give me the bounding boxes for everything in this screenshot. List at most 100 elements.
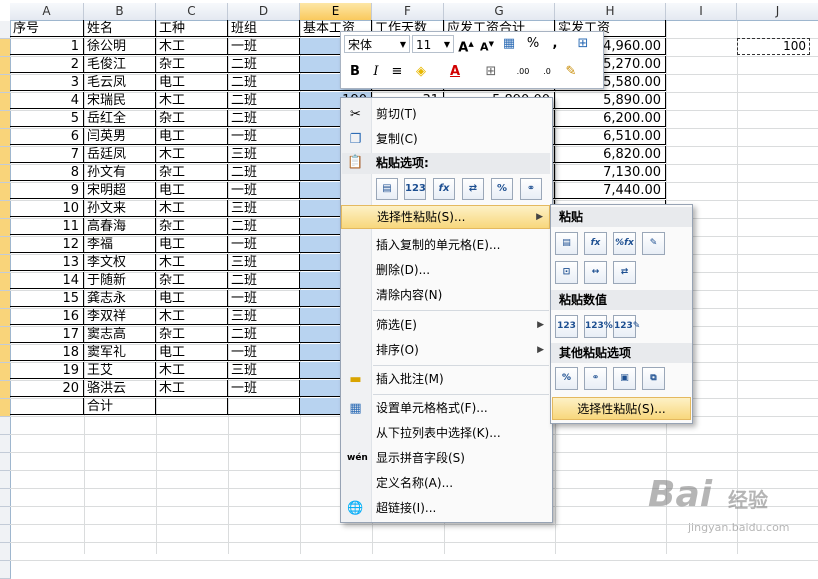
- column-header-i[interactable]: I: [666, 3, 737, 21]
- grow-font-icon[interactable]: A▲: [456, 34, 476, 55]
- paste-values-button[interactable]: 123: [404, 178, 426, 200]
- cell-type[interactable]: 杂工: [156, 56, 228, 73]
- cell-net[interactable]: 7,440.00: [555, 182, 666, 199]
- row-header[interactable]: [0, 561, 11, 579]
- percent-icon[interactable]: %: [523, 34, 543, 54]
- menu-item-cut[interactable]: ✂ 剪切(T): [341, 103, 550, 126]
- sub-paste-special-item[interactable]: 选择性粘贴(S)...: [552, 397, 691, 420]
- row-header[interactable]: [0, 507, 11, 525]
- cell-type[interactable]: 木工: [156, 380, 228, 397]
- cell-type[interactable]: 杂工: [156, 272, 228, 289]
- column-header-f[interactable]: F: [372, 3, 444, 21]
- sub-values-number-format-button[interactable]: 123%: [584, 315, 613, 338]
- italic-icon[interactable]: I: [366, 62, 386, 82]
- cell-group[interactable]: 二班: [228, 110, 300, 127]
- cell-total-label[interactable]: 合计: [84, 398, 156, 415]
- cell-no[interactable]: 15: [10, 290, 84, 307]
- menu-item-copy[interactable]: ❐ 复制(C): [341, 128, 550, 151]
- cell-group[interactable]: 三班: [228, 146, 300, 163]
- sub-paste-keep-source-button[interactable]: ✎: [642, 232, 665, 255]
- cell-no[interactable]: 19: [10, 362, 84, 379]
- paste-formulas-button[interactable]: fx: [433, 178, 455, 200]
- cell-header-group[interactable]: 班组: [228, 20, 300, 37]
- cell-net[interactable]: 5,890.00: [555, 92, 666, 109]
- cell-no[interactable]: 3: [10, 74, 84, 91]
- cell-name[interactable]: 徐公明: [84, 38, 156, 55]
- paste-transpose-button[interactable]: ⇄: [462, 178, 484, 200]
- cell-name[interactable]: 李双祥: [84, 308, 156, 325]
- cell-name[interactable]: 宋明超: [84, 182, 156, 199]
- cell-group[interactable]: 一班: [228, 38, 300, 55]
- comma-icon[interactable]: ,: [545, 34, 565, 54]
- cell-type[interactable]: 电工: [156, 128, 228, 145]
- column-header-a[interactable]: A: [10, 3, 84, 21]
- row-header[interactable]: [0, 471, 11, 489]
- sub-paste-formulas-format-button[interactable]: %fx: [613, 232, 636, 255]
- menu-item-phonetic[interactable]: wén 显示拼音字段(S): [341, 447, 550, 470]
- cell-no[interactable]: 10: [10, 200, 84, 217]
- cell-name[interactable]: 孙文有: [84, 164, 156, 181]
- sub-linked-picture-button[interactable]: ⧉: [642, 367, 665, 390]
- column-header-d[interactable]: D: [228, 3, 300, 21]
- row-header[interactable]: [0, 417, 11, 435]
- format-painter-icon[interactable]: ✎: [561, 62, 581, 82]
- cell-no[interactable]: 7: [10, 146, 84, 163]
- cell-no[interactable]: 18: [10, 344, 84, 361]
- cell-name[interactable]: 闫英男: [84, 128, 156, 145]
- sub-picture-button[interactable]: ▣: [613, 367, 636, 390]
- cell-name[interactable]: 王艾: [84, 362, 156, 379]
- cell-type[interactable]: 杂工: [156, 326, 228, 343]
- cell-total[interactable]: [228, 398, 300, 415]
- cell-no[interactable]: 8: [10, 164, 84, 181]
- menu-item-format-cells[interactable]: ▦ 设置单元格格式(F)...: [341, 397, 550, 420]
- cell-no[interactable]: 14: [10, 272, 84, 289]
- bold-icon[interactable]: B: [345, 62, 365, 82]
- cell-name[interactable]: 宋瑞民: [84, 92, 156, 109]
- column-header-g[interactable]: G: [444, 3, 555, 21]
- row-header[interactable]: [0, 435, 11, 453]
- cell-no[interactable]: 5: [10, 110, 84, 127]
- cell-total[interactable]: [156, 398, 228, 415]
- cell-no[interactable]: 9: [10, 182, 84, 199]
- cell-name[interactable]: 岳红全: [84, 110, 156, 127]
- cell-type[interactable]: 杂工: [156, 164, 228, 181]
- font-name-box[interactable]: 宋体 ▼: [344, 35, 410, 53]
- increase-decimal-icon[interactable]: .00: [513, 62, 533, 82]
- cell-name[interactable]: 龚志永: [84, 290, 156, 307]
- cell-group[interactable]: 一班: [228, 182, 300, 199]
- cell-group[interactable]: 二班: [228, 92, 300, 109]
- cell-type[interactable]: 电工: [156, 290, 228, 307]
- decrease-decimal-icon[interactable]: .0: [537, 62, 557, 82]
- column-header-j[interactable]: J: [737, 3, 818, 21]
- paste-link-button[interactable]: ⚭: [520, 178, 542, 200]
- sub-paste-formulas-button[interactable]: fx: [584, 232, 607, 255]
- cell-no[interactable]: 12: [10, 236, 84, 253]
- cell-name[interactable]: 李文权: [84, 254, 156, 271]
- cell-type[interactable]: 杂工: [156, 218, 228, 235]
- menu-item-hyperlink[interactable]: 🌐 超链接(I)...: [341, 497, 550, 520]
- menu-item-pick-list[interactable]: 从下拉列表中选择(K)...: [341, 422, 550, 445]
- sub-paste-no-borders-button[interactable]: ⊡: [555, 261, 578, 284]
- sub-paste-button[interactable]: ▤: [555, 232, 578, 255]
- font-size-box[interactable]: 11 ▼: [412, 35, 454, 53]
- cell-no[interactable]: 11: [10, 218, 84, 235]
- cell-net[interactable]: 6,200.00: [555, 110, 666, 127]
- menu-item-filter[interactable]: 筛选(E) ▶: [341, 314, 550, 337]
- shrink-font-icon[interactable]: A▼: [477, 34, 497, 54]
- cell-total[interactable]: [10, 398, 84, 415]
- cell-group[interactable]: 三班: [228, 362, 300, 379]
- menu-item-paste-special[interactable]: 选择性粘贴(S)... ▶: [341, 205, 550, 229]
- cell-group[interactable]: 二班: [228, 164, 300, 181]
- cell-group[interactable]: 二班: [228, 56, 300, 73]
- cell-name[interactable]: 高春海: [84, 218, 156, 235]
- sub-link-button[interactable]: ⚭: [584, 367, 607, 390]
- accounting-format-icon[interactable]: ▦: [499, 34, 519, 54]
- cell-type[interactable]: 电工: [156, 74, 228, 91]
- cell-name[interactable]: 骆洪云: [84, 380, 156, 397]
- cell-type[interactable]: 木工: [156, 362, 228, 379]
- cell-type[interactable]: 木工: [156, 92, 228, 109]
- sub-values-source-format-button[interactable]: 123✎: [613, 315, 640, 338]
- cell-group[interactable]: 三班: [228, 254, 300, 271]
- cell-type[interactable]: 电工: [156, 236, 228, 253]
- cell-name[interactable]: 李福: [84, 236, 156, 253]
